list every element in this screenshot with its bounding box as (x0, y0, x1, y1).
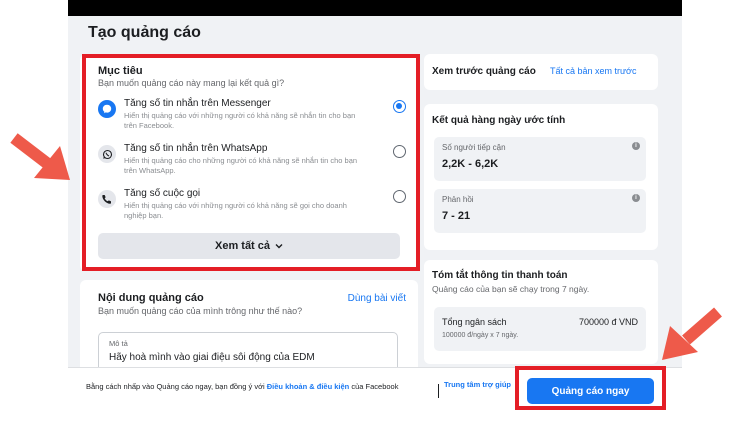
footer-divider (438, 384, 439, 398)
daily-results-card: Kết quả hàng ngày ước tính Số người tiếp… (424, 104, 658, 250)
arrow-down-left-icon (662, 307, 722, 360)
terms-prefix: Bằng cách nhấp vào Quảng cáo ngay, bạn đ… (86, 382, 265, 391)
preview-title: Xem trước quảng cáo (432, 66, 536, 77)
preview-card: Xem trước quảng cáo Tất cả bản xem trước (424, 54, 658, 90)
reach-value: 2,2K - 6,2K (442, 158, 499, 170)
budget-box: Tổng ngân sách 700000 đ VND 100000 đ/ngà… (434, 307, 646, 351)
left-margin (0, 0, 68, 421)
description-label: Mô tả (109, 339, 128, 348)
daily-results-title: Kết quả hàng ngày ước tính (432, 115, 566, 126)
arrow-right-icon (10, 133, 70, 180)
total-budget-label: Tổng ngân sách (442, 317, 507, 327)
payment-subtitle: Quảng cáo của bạn sẽ chạy trong 7 ngày. (432, 284, 590, 294)
reach-stat: Số người tiếp cận i 2,2K - 6,2K (434, 137, 646, 181)
responses-stat: Phản hồi i 7 - 21 (434, 189, 646, 233)
cta-highlight (515, 366, 666, 410)
info-icon[interactable]: i (632, 194, 640, 202)
responses-label: Phản hồi (442, 195, 474, 204)
terms-link[interactable]: Điều khoản & điều kiện (267, 382, 350, 391)
responses-value: 7 - 21 (442, 210, 471, 222)
description-value: Hãy hoà mình vào giai điệu sôi động của … (109, 352, 315, 363)
content-subtitle: Bạn muốn quảng cáo của mình trông như th… (98, 306, 303, 316)
payment-title: Tóm tắt thông tin thanh toán (432, 270, 568, 281)
total-budget-value: 700000 đ VND (578, 317, 638, 327)
all-previews-link[interactable]: Tất cả bản xem trước (550, 66, 636, 76)
objective-highlight (82, 54, 420, 271)
payment-card: Tóm tắt thông tin thanh toán Quảng cáo c… (424, 260, 658, 364)
use-post-link[interactable]: Dùng bài viết (348, 293, 406, 304)
terms-suffix: của Facebook (351, 382, 399, 391)
content-title: Nội dung quảng cáo (98, 292, 204, 304)
help-center-link[interactable]: Trung tâm trợ giúp (444, 380, 512, 390)
info-icon[interactable]: i (632, 142, 640, 150)
reach-label: Số người tiếp cận (442, 143, 506, 152)
page-title: Tạo quảng cáo (88, 24, 201, 41)
budget-detail: 100000 đ/ngày x 7 ngày. (442, 332, 519, 339)
terms-notice: Bằng cách nhấp vào Quảng cáo ngay, bạn đ… (86, 381, 408, 392)
